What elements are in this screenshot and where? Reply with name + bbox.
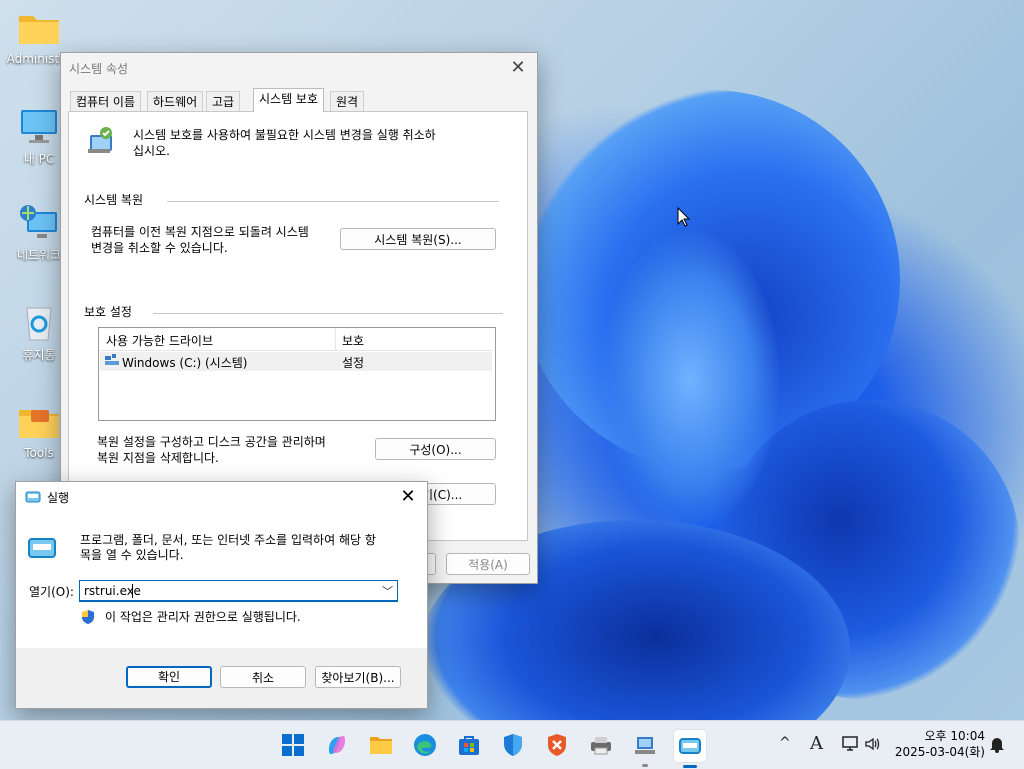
run-description-line1: 프로그램, 폴더, 문서, 또는 인터넷 주소를 입력하여 해당 항	[80, 533, 376, 547]
window-title: 실행	[47, 491, 70, 505]
desktop-icon-label: 내 PC	[23, 152, 55, 166]
text-caret	[132, 584, 133, 598]
titlebar[interactable]: 실행 ✕	[16, 482, 427, 512]
section-divider	[153, 313, 503, 314]
tab-advanced[interactable]: 고급	[206, 91, 241, 111]
tab-remote[interactable]: 원격	[330, 91, 365, 111]
column-divider	[335, 328, 336, 350]
section-divider	[167, 201, 499, 202]
apply-button[interactable]: 적용(A)	[446, 553, 530, 575]
printer-button[interactable]	[585, 729, 617, 761]
running-indicator	[642, 764, 648, 767]
volume-icon[interactable]	[864, 735, 882, 756]
wallpaper-swirl	[600, 230, 780, 530]
folder-icon	[17, 10, 61, 48]
system-properties-taskbar-button[interactable]	[629, 729, 661, 767]
monitor-icon	[17, 108, 61, 146]
desktop-icon-label: 휴지통	[22, 348, 56, 362]
run-taskbar-button[interactable]	[673, 729, 707, 768]
close-button[interactable]: ✕	[507, 57, 529, 79]
taskbar: ^ A 오후 10:04 2025-03-04(화)	[0, 720, 1024, 769]
drive-list-header: 사용 가능한 드라이브 보호	[99, 328, 493, 351]
clock[interactable]: 오후 10:04 2025-03-04(화)	[893, 728, 985, 760]
network-icon	[17, 204, 61, 242]
drive-protection-status: 설정	[342, 356, 365, 370]
protection-section-heading: 보호 설정	[84, 305, 132, 319]
run-app-icon	[27, 536, 59, 560]
network-status-icon[interactable]	[842, 735, 860, 756]
store-button[interactable]	[453, 729, 485, 761]
desktop-icon-label: Tools	[24, 446, 54, 460]
file-explorer-icon	[370, 737, 392, 754]
tab-panel: 시스템 보호를 사용하여 불필요한 시스템 변경을 실행 취소하 십시오. 시스…	[68, 111, 528, 541]
system-protection-icon	[84, 125, 116, 157]
admin-note: 이 작업은 관리자 권한으로 실행됩니다.	[105, 610, 301, 624]
tab-system-protection[interactable]: 시스템 보호	[253, 88, 325, 112]
config-description-line1: 복원 설정을 구성하고 디스크 공간을 관리하며	[97, 435, 326, 449]
tools-folder-icon	[17, 404, 61, 442]
desktop-icon-label: 네트워크	[16, 248, 62, 262]
mouse-cursor-icon	[677, 207, 691, 227]
clock-date: 2025-03-04(화)	[894, 745, 985, 759]
drive-icon	[105, 354, 119, 366]
chevron-down-icon[interactable]: ﹀	[382, 583, 393, 599]
browse-button[interactable]: 찾아보기(B)...	[315, 666, 401, 688]
cancel-button[interactable]: 취소	[220, 666, 306, 688]
system-properties-icon	[635, 737, 655, 754]
drive-name: Windows (C:) (시스템)	[122, 356, 248, 370]
ime-indicator[interactable]: A	[810, 733, 823, 754]
system-restore-button[interactable]: 시스템 복원(S)...	[340, 228, 496, 250]
office-button[interactable]	[541, 729, 573, 761]
column-header-protection[interactable]: 보호	[342, 332, 364, 349]
run-icon	[679, 738, 701, 754]
intro-text-line1: 시스템 보호를 사용하여 불필요한 시스템 변경을 실행 취소하	[133, 128, 436, 142]
intro-text-line2: 십시오.	[133, 144, 170, 158]
copilot-icon	[329, 736, 345, 754]
config-description-line2: 복원 지점을 삭제합니다.	[97, 451, 219, 465]
notification-bell-icon[interactable]	[989, 735, 1005, 756]
defender-icon	[504, 734, 522, 756]
start-button[interactable]	[277, 729, 309, 761]
close-button[interactable]: ✕	[397, 486, 419, 508]
shield-icon	[80, 609, 96, 625]
titlebar[interactable]: 시스템 속성 ✕	[61, 53, 537, 83]
column-header-drive[interactable]: 사용 가능한 드라이브	[106, 332, 213, 349]
run-description-line2: 목을 열 수 있습니다.	[80, 548, 184, 562]
recycle-bin-icon	[17, 304, 61, 342]
store-icon	[459, 736, 479, 755]
open-combobox[interactable]: rstrui.exe ﹀	[79, 580, 398, 602]
edge-button[interactable]	[409, 729, 441, 761]
configure-button[interactable]: 구성(O)...	[375, 438, 496, 460]
tab-computer-name[interactable]: 컴퓨터 이름	[70, 91, 142, 111]
clock-time: 오후 10:04	[924, 729, 985, 743]
tray-chevron-icon[interactable]: ^	[779, 735, 791, 751]
ok-button[interactable]: 확인	[126, 666, 212, 688]
tab-hardware[interactable]: 하드웨어	[147, 91, 204, 111]
file-explorer-button[interactable]	[365, 729, 397, 761]
start-icon	[282, 734, 304, 756]
edge-icon	[414, 734, 436, 756]
restore-description-line2: 변경을 취소할 수 있습니다.	[91, 241, 228, 255]
window-title: 시스템 속성	[69, 62, 129, 76]
table-row[interactable]: Windows (C:) (시스템) 설정	[100, 352, 492, 371]
restore-section-heading: 시스템 복원	[84, 193, 144, 207]
printer-icon	[591, 737, 611, 755]
run-title-icon	[25, 490, 41, 504]
restore-description-line1: 컴퓨터를 이전 복원 지점으로 되돌려 시스템	[91, 225, 309, 239]
defender-button[interactable]	[497, 729, 529, 761]
drive-list[interactable]: 사용 가능한 드라이브 보호 Windows (C:) (시스템) 설정	[98, 327, 496, 421]
open-label: 열기(O):	[29, 585, 74, 599]
run-dialog: 실행 ✕ 프로그램, 폴더, 문서, 또는 인터넷 주소를 입력하여 해당 항 …	[15, 481, 428, 709]
office-icon	[548, 734, 566, 756]
copilot-button[interactable]	[321, 729, 353, 761]
